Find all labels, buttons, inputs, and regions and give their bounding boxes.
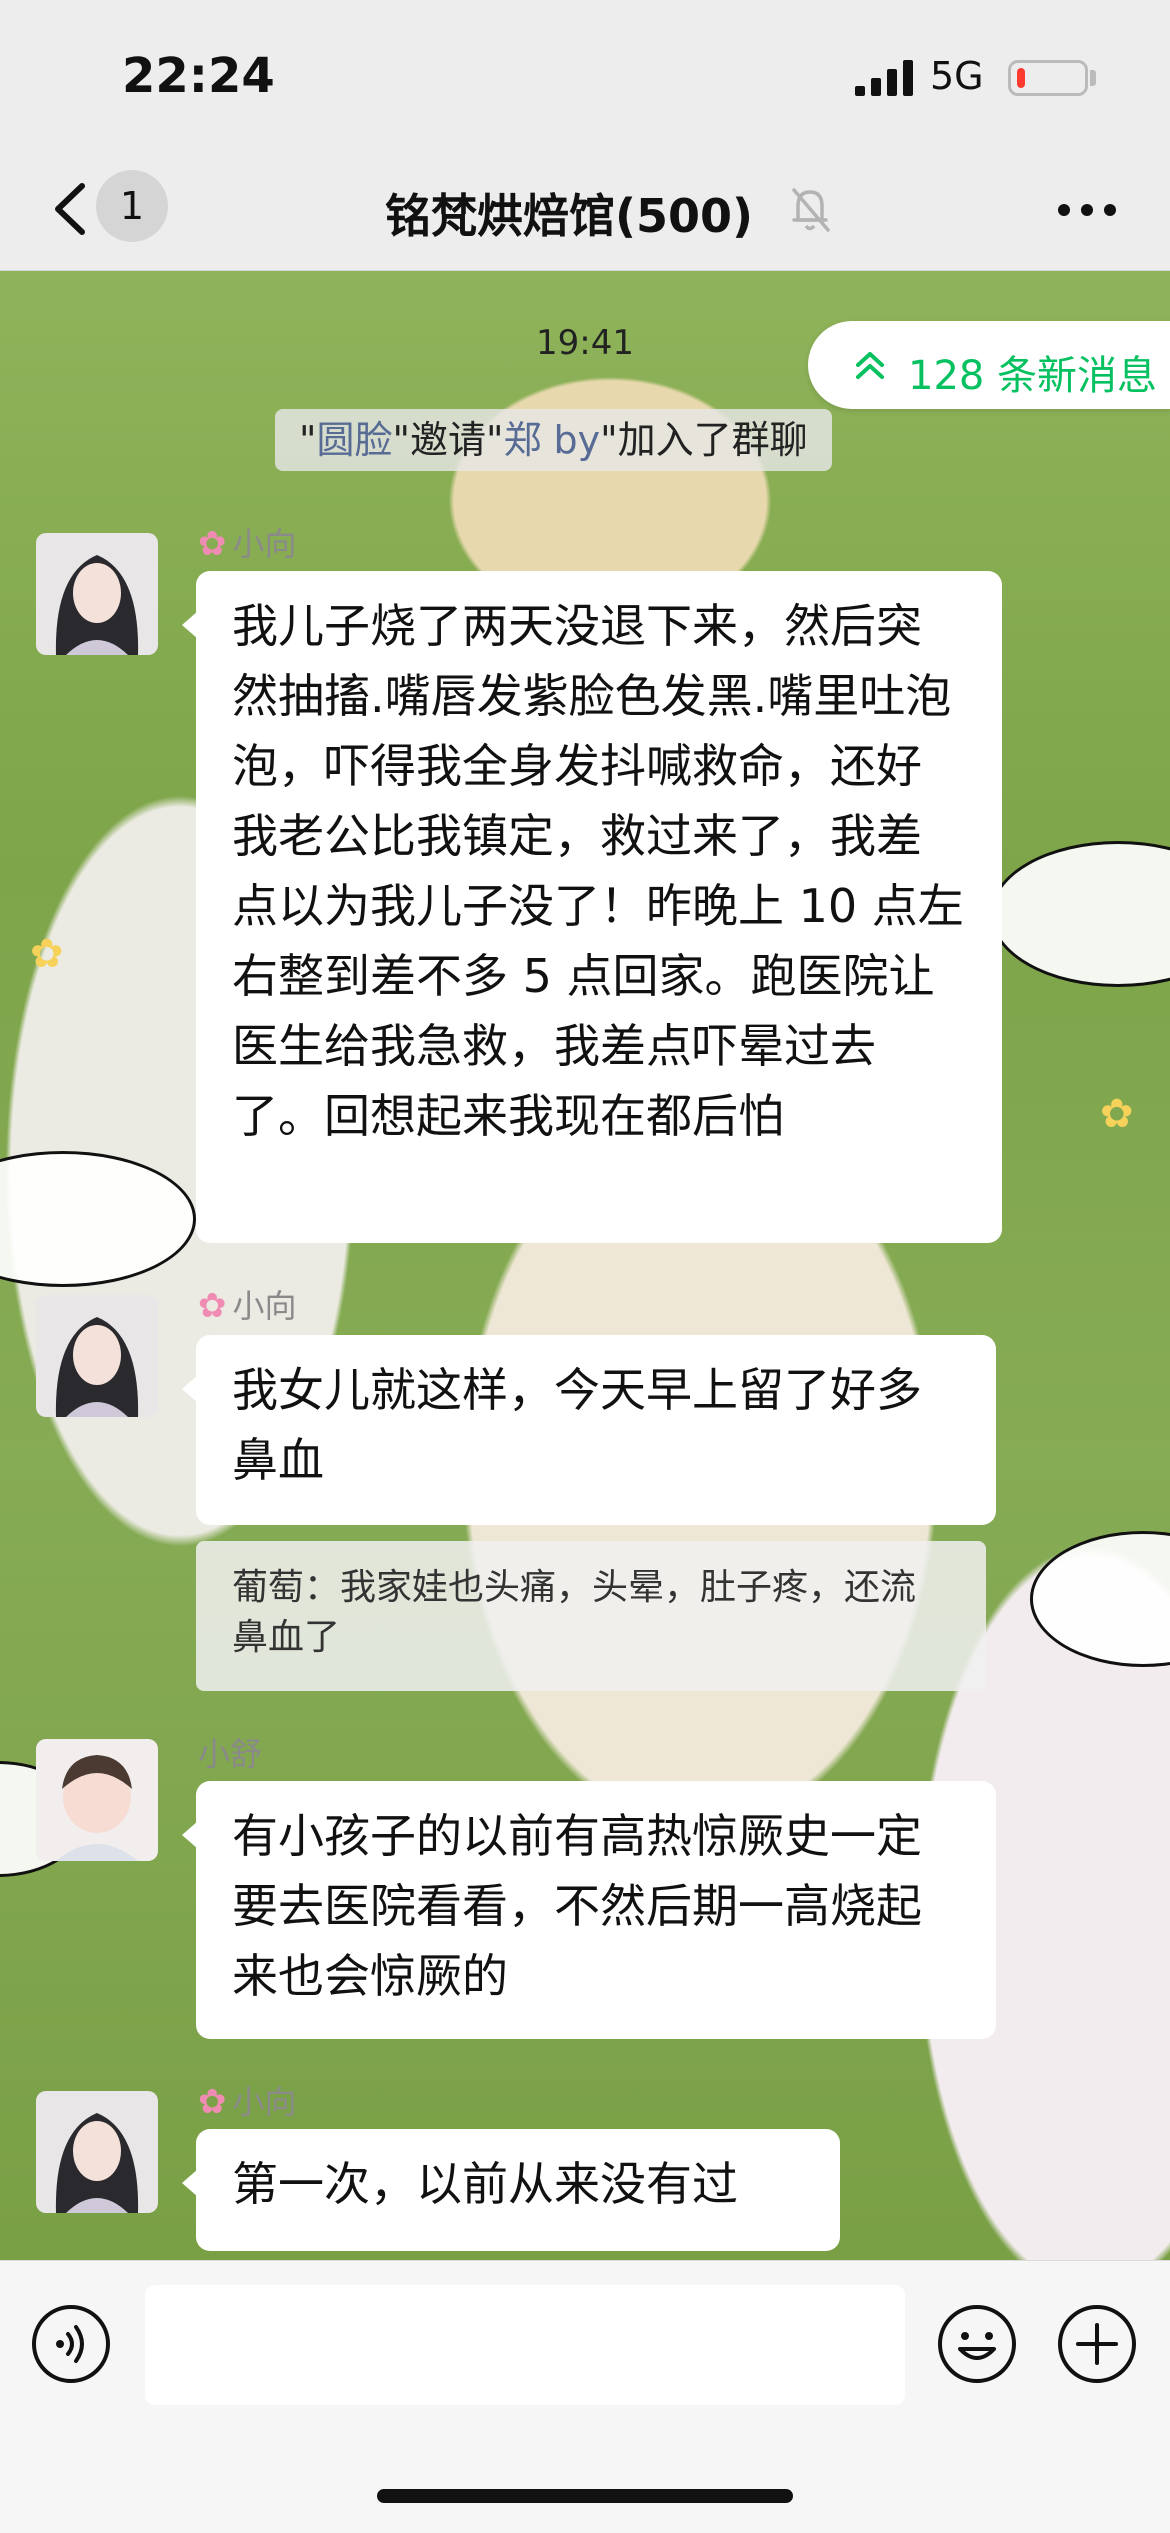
invitee-link[interactable]: 郑 by — [503, 418, 600, 462]
sender-name: 小舒 — [198, 1729, 262, 1775]
avatar[interactable] — [36, 2091, 158, 2213]
star-icon: ✿ — [1100, 1091, 1134, 1137]
wallpaper-decoration — [990, 841, 1170, 987]
flower-icon: ✿ — [198, 1286, 227, 1326]
message-bubble[interactable]: 第一次，以前从来没有过 — [182, 2129, 840, 2251]
new-messages-label: 128 条新消息 — [908, 353, 1158, 399]
status-bar: 22:24 5G — [0, 0, 1170, 150]
bell-slash-icon — [792, 188, 830, 232]
sender-name-text: 小舒 — [198, 1735, 263, 1773]
avatar[interactable] — [36, 533, 158, 655]
voice-icon[interactable] — [30, 2303, 112, 2385]
system-text: "邀请" — [392, 418, 504, 462]
status-time: 22:24 — [122, 48, 275, 104]
input-bar — [0, 2260, 1170, 2533]
inviter-link[interactable]: 圆脸 — [316, 418, 392, 462]
avatar[interactable] — [36, 1739, 158, 1861]
battery-icon — [1008, 60, 1088, 96]
message-bubble[interactable]: 我儿子烧了两天没退下来，然后突然抽搐.嘴唇发紫脸色发黑.嘴里吐泡泡，吓得我全身发… — [182, 571, 1002, 1243]
avatar[interactable] — [36, 1295, 158, 1417]
chat-area[interactable]: ✿ ✿ 19:41 128 条新消息 "圆脸"邀请"郑 by"加入了群聊 ✿ 小向… — [0, 271, 1170, 2260]
quoted-message[interactable]: 葡萄：我家娃也头痛，头晕，肚子疼，还流鼻血了 — [196, 1541, 986, 1691]
message-bubble[interactable]: 有小孩子的以前有高热惊厥史一定要去医院看看，不然后期一高烧起来也会惊厥的 — [182, 1781, 996, 2039]
chat-title: 铭梵烘焙馆(500) — [385, 189, 754, 243]
new-messages-button[interactable]: 128 条新消息 — [808, 321, 1170, 409]
star-icon: ✿ — [30, 931, 64, 977]
smiley-icon[interactable] — [936, 2303, 1018, 2385]
back-button[interactable] — [40, 174, 100, 244]
sender-name: ✿ 小向 — [198, 2077, 297, 2123]
battery-tip — [1090, 70, 1096, 86]
sender-name: ✿ 小向 — [198, 519, 297, 565]
plus-icon[interactable] — [1056, 2303, 1138, 2385]
message-bubble[interactable]: 我女儿就这样，今天早上留了好多鼻血 — [182, 1335, 996, 1525]
unread-count-badge[interactable]: 1 — [96, 170, 168, 242]
message-input[interactable] — [145, 2285, 905, 2405]
wallpaper-decoration — [1030, 1531, 1170, 1667]
system-message: "圆脸"邀请"郑 by"加入了群聊 — [275, 409, 832, 471]
battery-level — [1017, 68, 1025, 88]
system-text: " — [299, 418, 317, 462]
more-button[interactable] — [1052, 180, 1122, 240]
signal-icon — [855, 60, 913, 96]
sender-name-text: 小向 — [232, 1287, 297, 1325]
system-text: "加入了群聊 — [600, 418, 808, 462]
nav-bar: 1 铭梵烘焙馆(500) — [0, 150, 1170, 271]
flower-icon: ✿ — [198, 524, 227, 564]
wallpaper-decoration — [0, 1151, 196, 1287]
sender-name-text: 小向 — [232, 2083, 297, 2121]
flower-icon: ✿ — [198, 2082, 227, 2122]
home-indicator — [377, 2489, 793, 2503]
sender-name: ✿ 小向 — [198, 1281, 297, 1327]
sender-name-text: 小向 — [232, 525, 297, 563]
network-label: 5G — [930, 54, 984, 98]
double-chevron-up-icon — [856, 352, 884, 379]
